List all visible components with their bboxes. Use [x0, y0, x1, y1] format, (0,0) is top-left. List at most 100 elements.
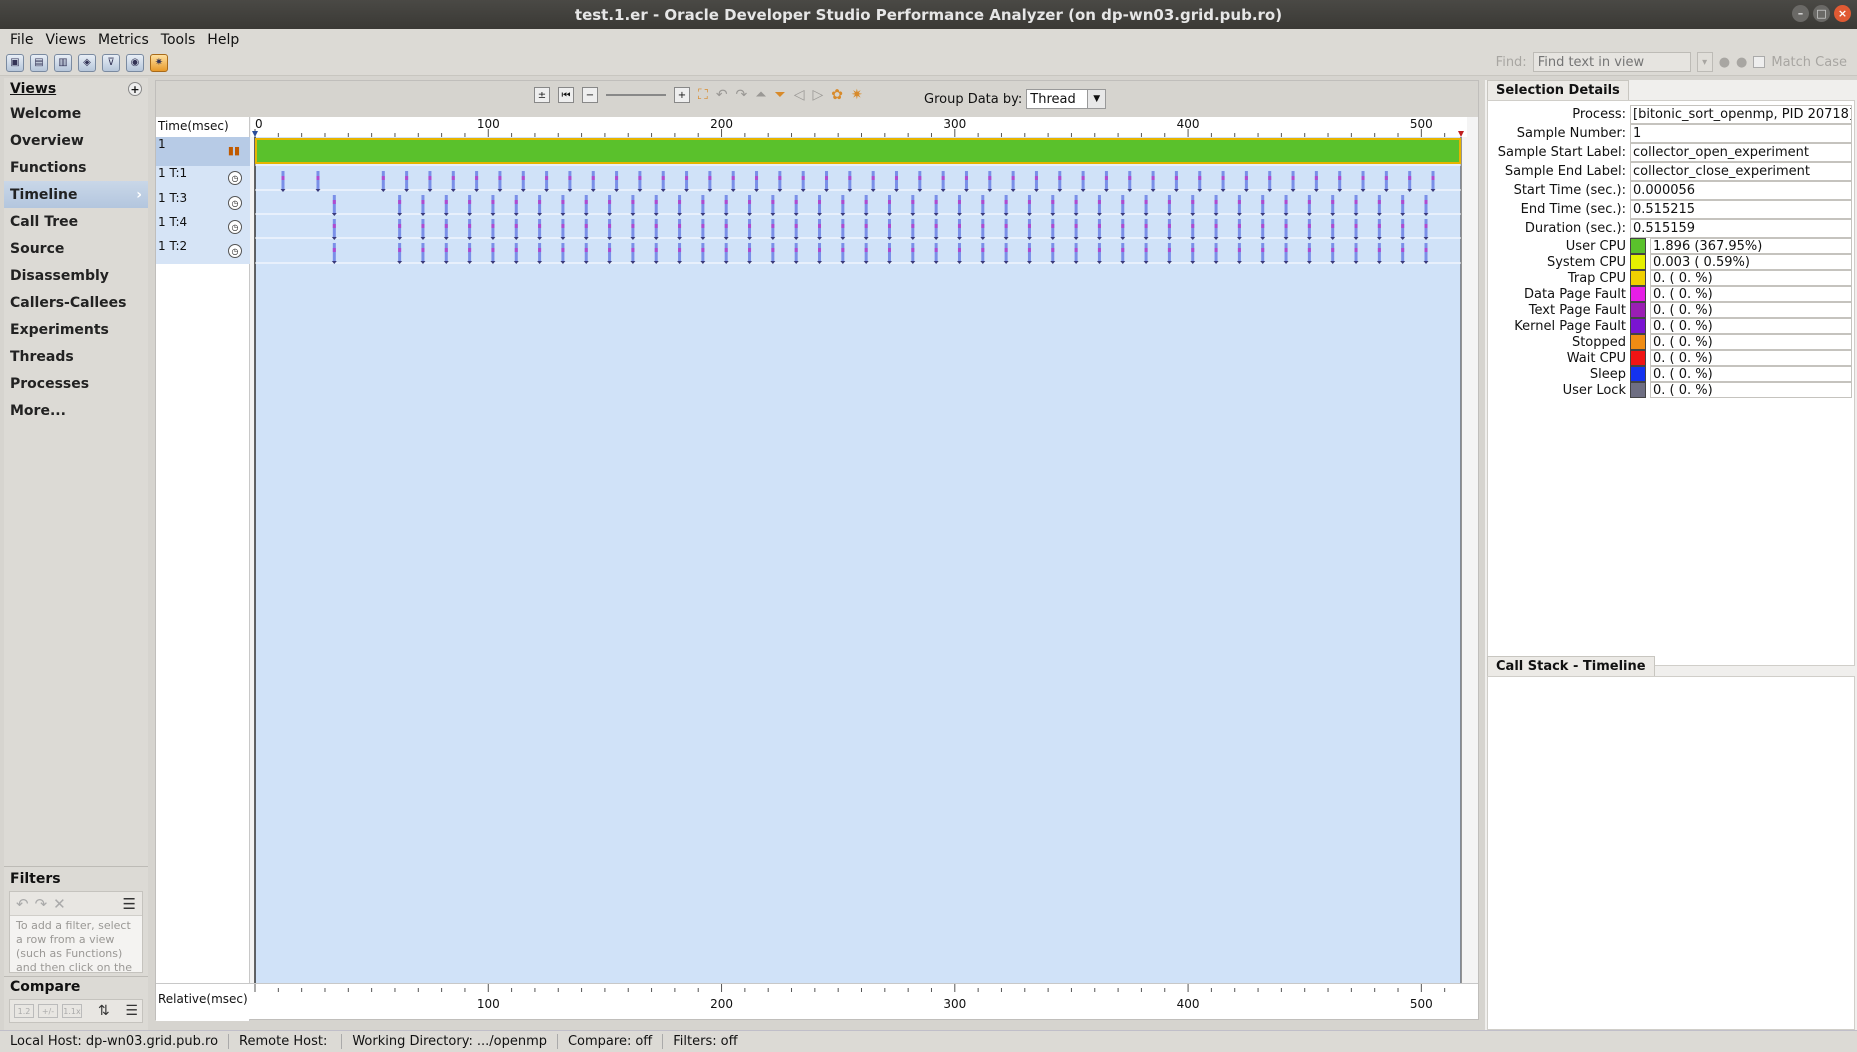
thread-event-marker[interactable] — [615, 176, 619, 180]
thread-event-marker[interactable] — [421, 224, 425, 228]
view-functions[interactable]: Functions — [4, 154, 148, 181]
thread-event-marker[interactable] — [1237, 200, 1241, 204]
thread-event-marker[interactable] — [1268, 176, 1272, 180]
open-experiment-icon[interactable]: ▤ — [30, 53, 48, 72]
thread-event-marker[interactable] — [1354, 200, 1358, 204]
previous-row-icon[interactable]: ⏶ — [755, 87, 766, 103]
thread-event-marker[interactable] — [1097, 224, 1101, 228]
thread-event-marker[interactable] — [468, 248, 472, 252]
thread-event-marker[interactable] — [1221, 176, 1225, 180]
thread-event-marker[interactable] — [1051, 248, 1055, 252]
thread-event-marker[interactable] — [491, 248, 495, 252]
thread-event-marker[interactable] — [1261, 224, 1265, 228]
thread-event-marker[interactable] — [778, 176, 782, 180]
view-threads[interactable]: Threads — [4, 343, 148, 370]
thread-event-marker[interactable] — [771, 248, 775, 252]
timeline-row-label-thread[interactable]: 1 T:3 ◷ — [156, 191, 250, 215]
thread-event-marker[interactable] — [1097, 248, 1101, 252]
thread-event-marker[interactable] — [701, 200, 705, 204]
thread-event-marker[interactable] — [514, 224, 518, 228]
thread-event-marker[interactable] — [521, 176, 525, 180]
timeline-row-label-thread[interactable]: 1 T:2 ◷ — [156, 239, 250, 264]
thread-event-marker[interactable] — [1058, 176, 1062, 180]
thread-event-marker[interactable] — [591, 176, 595, 180]
thread-event-marker[interactable] — [1424, 224, 1428, 228]
thread-event-marker[interactable] — [981, 224, 985, 228]
thread-event-marker[interactable] — [1384, 176, 1388, 180]
thread-event-marker[interactable] — [818, 200, 822, 204]
thread-event-marker[interactable] — [887, 224, 891, 228]
next-row-icon[interactable]: ⏷ — [774, 87, 785, 103]
thread-event-marker[interactable] — [1401, 200, 1405, 204]
thread-event-marker[interactable] — [1214, 248, 1218, 252]
thread-event-marker[interactable] — [818, 248, 822, 252]
thread-event-marker[interactable] — [1027, 248, 1031, 252]
timeline-row-label-thread[interactable]: 1 T:4 ◷ — [156, 215, 250, 239]
thread-event-marker[interactable] — [1191, 200, 1195, 204]
color-chooser-icon[interactable]: ✿ — [831, 87, 843, 103]
thread-event-marker[interactable] — [957, 248, 961, 252]
timeline-row-label-thread[interactable]: 1 T:1 ◷ — [156, 166, 250, 191]
zoom-vertical-icon[interactable]: ± — [534, 87, 550, 103]
view-welcome[interactable]: Welcome — [4, 100, 148, 127]
thread-event-marker[interactable] — [794, 200, 798, 204]
view-more[interactable]: More... — [4, 397, 148, 424]
thread-event-marker[interactable] — [1401, 248, 1405, 252]
thread-event-marker[interactable] — [748, 200, 752, 204]
thread-event-marker[interactable] — [1338, 176, 1342, 180]
zoom-out-icon[interactable]: − — [582, 87, 598, 103]
thread-event-marker[interactable] — [941, 176, 945, 180]
thread-event-marker[interactable] — [332, 200, 336, 204]
tab-selection-details[interactable]: Selection Details — [1487, 80, 1629, 100]
timeline-settings-icon[interactable]: ✷ — [851, 87, 863, 103]
thread-event-marker[interactable] — [631, 248, 635, 252]
thread-event-marker[interactable] — [1128, 176, 1132, 180]
thread-event-marker[interactable] — [444, 200, 448, 204]
thread-event-marker[interactable] — [771, 200, 775, 204]
view-callers-callees[interactable]: Callers-Callees — [4, 289, 148, 316]
thread-event-marker[interactable] — [491, 200, 495, 204]
view-disassembly[interactable]: Disassembly — [4, 262, 148, 289]
zoom-to-selection-icon[interactable]: ⛶ — [698, 87, 708, 103]
thread-event-marker[interactable] — [724, 224, 728, 228]
previous-event-icon[interactable]: ◁ — [794, 87, 805, 103]
maximize-icon[interactable]: □ — [1813, 5, 1830, 22]
thread-event-marker[interactable] — [871, 176, 875, 180]
thread-event-marker[interactable] — [1408, 176, 1412, 180]
thread-event-marker[interactable] — [1051, 224, 1055, 228]
find-input[interactable] — [1532, 52, 1691, 72]
thread-event-marker[interactable] — [911, 248, 915, 252]
menu-metrics[interactable]: Metrics — [92, 32, 155, 48]
add-view-icon[interactable]: + — [128, 82, 142, 96]
thread-event-marker[interactable] — [1151, 176, 1155, 180]
thread-event-marker[interactable] — [678, 248, 682, 252]
thread-event-marker[interactable] — [864, 248, 868, 252]
aggregate-experiments-icon[interactable]: ◈ — [78, 53, 96, 72]
process-sample-bar[interactable] — [255, 138, 1461, 164]
thread-event-marker[interactable] — [801, 176, 805, 180]
thread-event-marker[interactable] — [381, 176, 385, 180]
undo-zoom-icon[interactable]: ↶ — [716, 87, 728, 103]
timeline-row-label-process[interactable]: 1 ▮▮ — [156, 137, 250, 166]
next-event-icon[interactable]: ▷ — [812, 87, 823, 103]
thread-event-marker[interactable] — [1051, 200, 1055, 204]
thread-event-marker[interactable] — [934, 248, 938, 252]
thread-event-marker[interactable] — [1307, 224, 1311, 228]
match-case-checkbox[interactable] — [1753, 56, 1766, 68]
thread-event-marker[interactable] — [748, 248, 752, 252]
thread-event-marker[interactable] — [561, 200, 565, 204]
thread-event-marker[interactable] — [1004, 248, 1008, 252]
thread-event-marker[interactable] — [1261, 248, 1265, 252]
thread-event-marker[interactable] — [1361, 176, 1365, 180]
menu-help[interactable]: Help — [201, 32, 245, 48]
thread-event-marker[interactable] — [755, 176, 759, 180]
view-processes[interactable]: Processes — [4, 370, 148, 397]
thread-event-marker[interactable] — [1237, 224, 1241, 228]
thread-event-marker[interactable] — [405, 176, 409, 180]
thread-event-marker[interactable] — [468, 200, 472, 204]
find-next-icon[interactable]: ● — [1736, 55, 1747, 70]
thread-event-marker[interactable] — [1167, 200, 1171, 204]
new-experiment-icon[interactable]: ▣ — [6, 53, 24, 72]
thread-event-marker[interactable] — [1167, 224, 1171, 228]
thread-event-marker[interactable] — [631, 224, 635, 228]
